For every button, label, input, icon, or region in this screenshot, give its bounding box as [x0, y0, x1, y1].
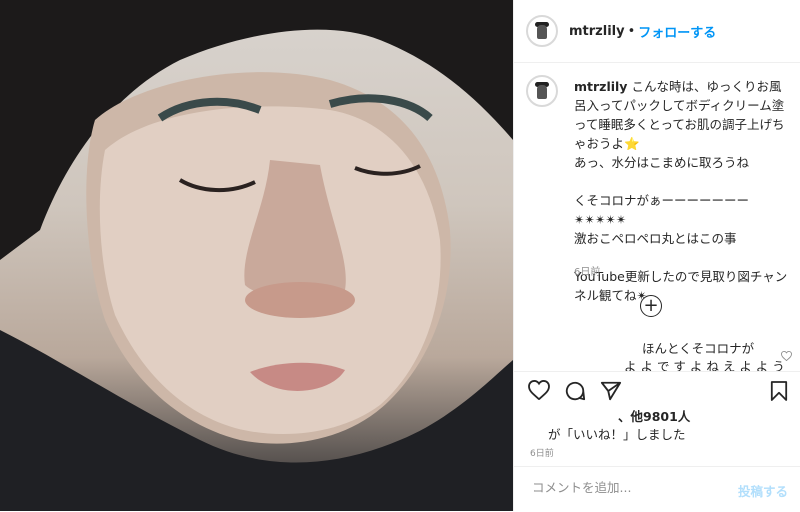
- likes-count[interactable]: 、他9801人: [618, 406, 690, 425]
- caption-avatar[interactable]: [526, 75, 558, 107]
- add-comment-bar: 投稿する: [514, 466, 800, 512]
- heart-icon[interactable]: [528, 380, 550, 400]
- avatar[interactable]: [526, 15, 558, 47]
- likes-suffix: が「いいね！」しました: [548, 427, 686, 442]
- comments-list[interactable]: mtrzlily こんな時は、ゆっくりお風呂入ってパックしてボディクリーム塗って…: [514, 63, 800, 371]
- photo-illustration: [0, 0, 513, 511]
- header-username[interactable]: mtrzlily: [569, 24, 625, 39]
- comment-input[interactable]: [530, 479, 724, 496]
- caption-text: mtrzlily こんな時は、ゆっくりお風呂入ってパックしてボディクリーム塗って…: [574, 77, 788, 305]
- share-icon[interactable]: [600, 380, 622, 402]
- bookmark-icon[interactable]: [770, 380, 788, 402]
- plus-circle-icon[interactable]: +: [640, 295, 662, 317]
- separator-dot: •: [627, 23, 636, 39]
- action-bar: [514, 371, 800, 408]
- comment-text: ほんとくそコロナが: [642, 341, 755, 356]
- caption-body: こんな時は、ゆっくりお風呂入ってパックしてボディクリーム塗って睡眠多くとってお肌…: [574, 79, 788, 303]
- caption-username[interactable]: mtrzlily: [574, 79, 627, 94]
- comment-text-cut: よ よ で す よ ね え よ よ う 激 お こ: [624, 359, 785, 371]
- post-sidebar: mtrzlily • フォローする mtrzlily こんな時は、ゆっくりお風呂…: [513, 0, 800, 511]
- comment-icon[interactable]: [564, 380, 586, 402]
- post-header: mtrzlily • フォローする: [514, 0, 800, 63]
- small-heart-icon[interactable]: [781, 351, 792, 361]
- post-date[interactable]: 6日前: [530, 446, 554, 459]
- follow-button[interactable]: フォローする: [638, 22, 716, 41]
- caption-time[interactable]: 6日前: [574, 263, 600, 278]
- post-photo[interactable]: [0, 0, 513, 511]
- post-comment-button[interactable]: 投稿する: [738, 481, 788, 500]
- instagram-post: mtrzlily • フォローする mtrzlily こんな時は、ゆっくりお風呂…: [0, 0, 800, 511]
